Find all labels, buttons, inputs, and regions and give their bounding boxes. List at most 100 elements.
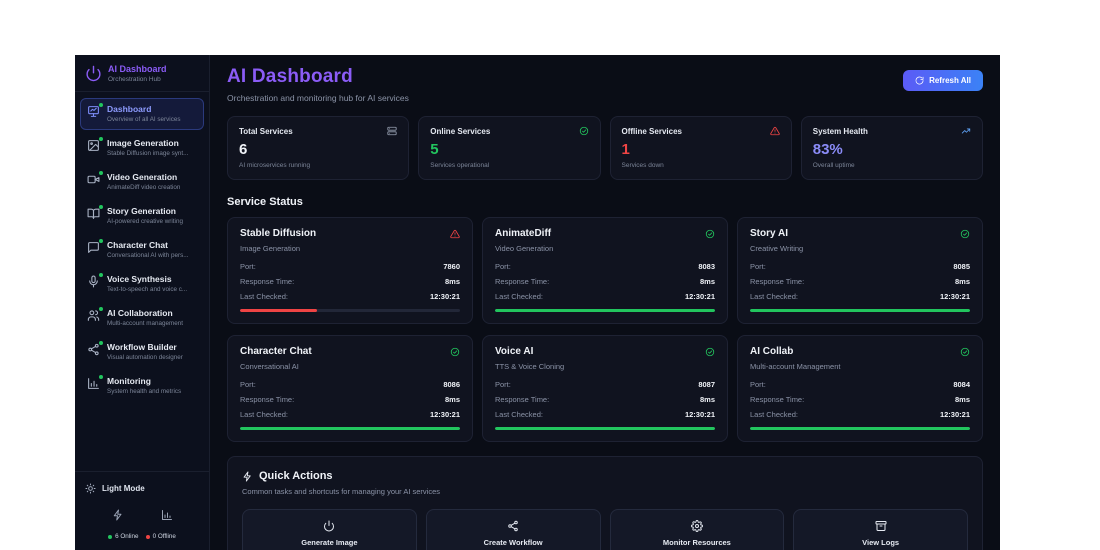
offline-count: 0 Offline [152,533,176,540]
response-time-label: Response Time: [750,277,805,286]
quick-action-monitor-resources[interactable]: Monitor Resources [609,509,785,550]
alert-triangle-icon [770,126,780,136]
sidebar-item-dashboard[interactable]: Dashboard Overview of all AI services [80,98,204,130]
sidebar-item-ai-collaboration[interactable]: AI Collaboration Multi-account management [80,302,204,334]
quick-actions-panel: Quick Actions Common tasks and shortcuts… [227,456,983,550]
last-checked-label: Last Checked: [495,410,543,419]
chart-icon[interactable] [161,509,173,521]
stat-value: 83% [812,141,843,158]
sidebar-item-video-generation[interactable]: Video Generation AnimateDiff video creati… [80,166,204,198]
page-header: AI Dashboard Orchestration and monitorin… [227,66,983,103]
sidebar-footer: Light Mode 6 Online 0 Offline [75,471,209,550]
sidebar-item-desc: Visual automation designer [107,354,183,361]
status-dot [99,171,103,175]
sidebar-item-label: AI Collaboration [107,308,173,318]
sidebar-item-story-generation[interactable]: Story Generation AI-powered creative writ… [80,200,204,232]
sidebar-item-character-chat[interactable]: Character Chat Conversational AI with per… [80,234,204,266]
health-bar-fill [495,427,715,430]
stats-row: Total Services 6 AI microservices runnin… [227,116,983,180]
service-category: Video Generation [495,244,554,253]
service-name: AI Collab [750,346,794,357]
chat-bubble-icon [87,241,100,254]
last-checked-label: Last Checked: [750,410,798,419]
service-name: Character Chat [240,346,312,357]
sidebar-item-desc: AI-powered creative writing [107,218,183,225]
sidebar-item-label: Image Generation [107,138,179,148]
image-icon [87,139,100,152]
service-category: TTS & Voice Cloning [495,362,565,371]
check-circle-icon [960,229,970,239]
quick-actions-heading: Quick Actions [259,470,333,482]
status-dot [99,273,103,277]
sidebar-item-desc: Multi-account management [107,320,183,327]
stat-caption: Services operational [430,162,490,169]
port-value: 8086 [443,380,460,389]
last-checked-value: 12:30:21 [939,410,970,419]
service-status-heading: Service Status [227,196,303,208]
stat-card-offline-services: Offline Services 1 Services down [609,116,792,180]
last-checked-label: Last Checked: [495,292,543,301]
service-card-stable-diffusion: Stable Diffusion Image Generation Port: 7… [227,217,473,324]
sidebar-item-desc: Conversational AI with pers... [107,252,189,259]
sidebar-item-label: Story Generation [107,206,176,216]
sidebar-item-image-generation[interactable]: Image Generation Stable Diffusion image s… [80,132,204,164]
users-icon [87,309,100,322]
port-value: 7860 [443,262,460,271]
port-label: Port: [495,380,511,389]
sidebar-item-desc: Stable Diffusion image synt... [107,150,189,157]
gear-icon [690,520,703,532]
service-name: AnimateDiff [495,228,552,239]
last-checked-label: Last Checked: [240,410,288,419]
response-time-label: Response Time: [750,395,805,404]
app-window: AI Dashboard Orchestration Hub Dashboard… [75,55,1000,550]
stat-card-system-health: System Health 83% Overall uptime [800,116,983,180]
status-dot [99,205,103,209]
refresh-all-button[interactable]: Refresh All [903,70,983,91]
service-category: Conversational AI [240,362,299,371]
bolt-icon[interactable] [112,509,124,521]
response-time-value: 8ms [444,277,460,286]
stat-card-online-services: Online Services 5 Services operational [418,116,601,180]
stat-caption: Overall uptime [812,162,855,169]
service-category: Creative Writing [750,244,804,253]
service-status-summary: 6 Online 0 Offline [85,528,199,540]
refresh-icon [915,76,924,85]
response-time-label: Response Time: [495,277,550,286]
sidebar-item-label: Character Chat [107,240,168,250]
service-category: Multi-account Management [750,362,841,371]
port-value: 8085 [953,262,970,271]
response-time-label: Response Time: [240,395,295,404]
health-bar-fill [750,427,970,430]
main-content: AI Dashboard Orchestration and monitorin… [210,55,1000,550]
service-name: Story AI [750,228,788,239]
sidebar-item-desc: Overview of all AI services [107,116,181,123]
health-bar [240,427,460,430]
sidebar-item-monitoring[interactable]: Monitoring System health and metrics [80,370,204,402]
response-time-label: Response Time: [495,395,550,404]
microphone-icon [87,275,100,288]
service-category: Image Generation [240,244,301,253]
response-time-label: Response Time: [240,277,295,286]
archive-icon [875,520,887,532]
light-mode-toggle[interactable]: Light Mode [85,480,199,498]
stat-label: Online Services [430,126,491,136]
port-label: Port: [240,262,256,271]
port-label: Port: [495,262,511,271]
service-card-ai-collab: AI Collab Multi-account Management Port:… [737,335,983,442]
sidebar-item-label: Video Generation [107,172,178,182]
status-dot [99,239,103,243]
last-checked-value: 12:30:21 [429,410,460,419]
quick-action-view-logs[interactable]: View Logs [793,509,968,550]
quick-action-label: Generate Image [301,538,358,547]
service-grid: Stable Diffusion Image Generation Port: 7… [227,217,983,442]
sidebar-item-voice-synthesis[interactable]: Voice Synthesis Text-to-speech and voice … [80,268,204,300]
quick-action-generate-image[interactable]: Generate Image [242,509,417,550]
port-label: Port: [240,380,256,389]
bolt-icon [242,470,253,482]
stat-card-total-services: Total Services 6 AI microservices runnin… [227,116,410,180]
health-bar-fill [240,309,317,312]
sidebar-item-workflow-builder[interactable]: Workflow Builder Visual automation design… [80,336,204,368]
check-circle-icon [579,126,589,136]
quick-action-create-workflow[interactable]: Create Workflow [425,509,601,550]
response-time-value: 8ms [954,395,970,404]
